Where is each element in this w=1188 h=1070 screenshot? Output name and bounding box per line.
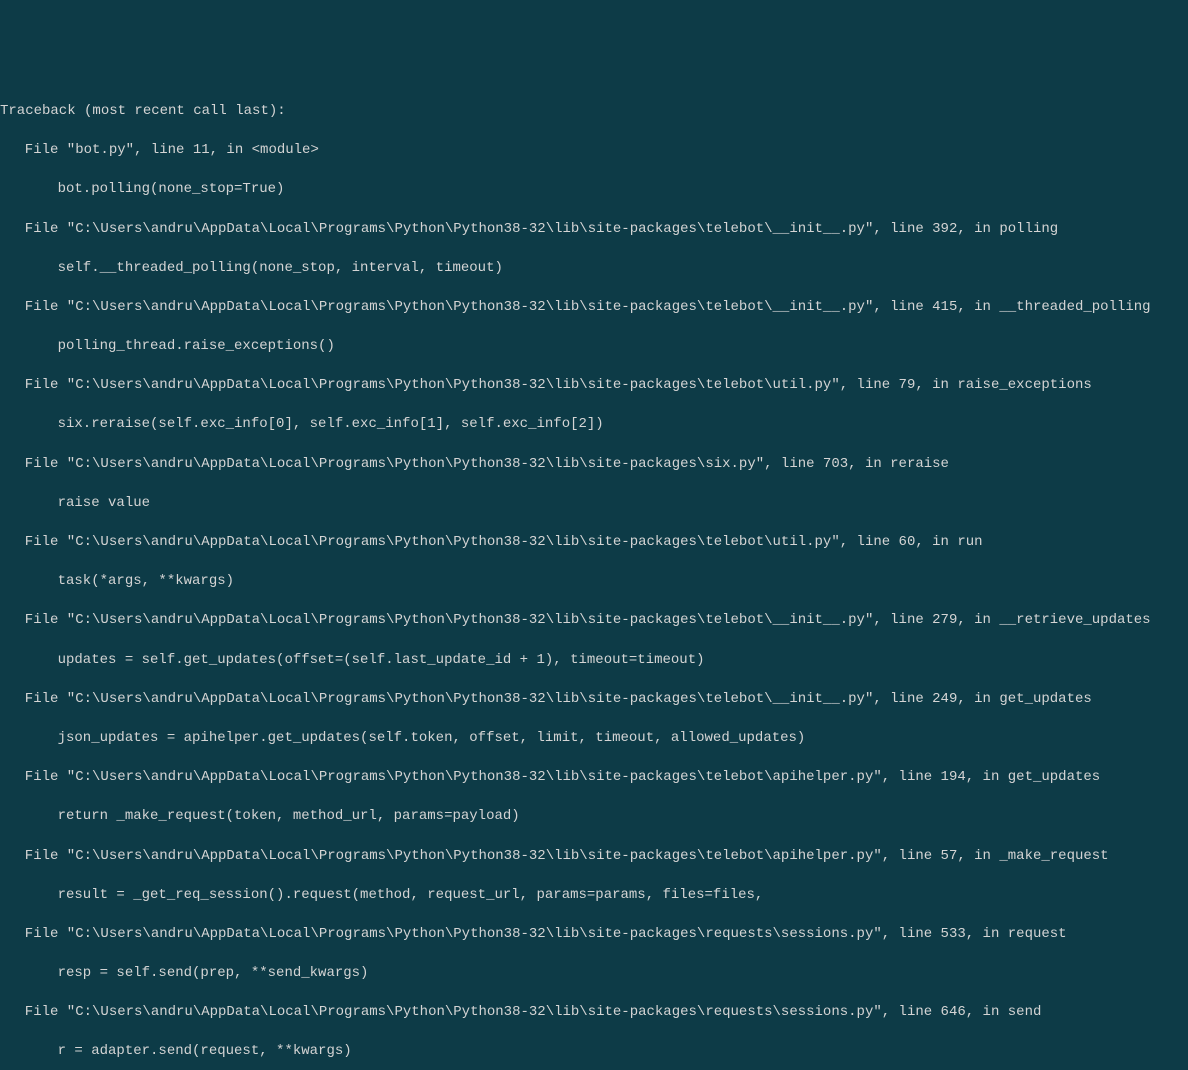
traceback-code-line: polling_thread.raise_exceptions() (0, 337, 1188, 357)
traceback-file-line: File "C:\Users\andru\AppData\Local\Progr… (0, 690, 1188, 710)
traceback-file-line: File "C:\Users\andru\AppData\Local\Progr… (0, 376, 1188, 396)
traceback-header: Traceback (most recent call last): (0, 102, 1188, 122)
traceback-file-line: File "C:\Users\andru\AppData\Local\Progr… (0, 220, 1188, 240)
traceback-code-line: return _make_request(token, method_url, … (0, 807, 1188, 827)
traceback-file-line: File "C:\Users\andru\AppData\Local\Progr… (0, 298, 1188, 318)
traceback-code-line: r = adapter.send(request, **kwargs) (0, 1042, 1188, 1062)
traceback-file-line: File "C:\Users\andru\AppData\Local\Progr… (0, 768, 1188, 788)
traceback-code-line: task(*args, **kwargs) (0, 572, 1188, 592)
traceback-file-line: File "C:\Users\andru\AppData\Local\Progr… (0, 533, 1188, 553)
traceback-code-line: raise value (0, 494, 1188, 514)
traceback-code-line: json_updates = apihelper.get_updates(sel… (0, 729, 1188, 749)
traceback-file-line: File "bot.py", line 11, in <module> (0, 141, 1188, 161)
traceback-code-line: six.reraise(self.exc_info[0], self.exc_i… (0, 415, 1188, 435)
traceback-code-line: result = _get_req_session().request(meth… (0, 886, 1188, 906)
traceback-code-line: updates = self.get_updates(offset=(self.… (0, 651, 1188, 671)
traceback-file-line: File "C:\Users\andru\AppData\Local\Progr… (0, 925, 1188, 945)
traceback-file-line: File "C:\Users\andru\AppData\Local\Progr… (0, 455, 1188, 475)
traceback-code-line: self.__threaded_polling(none_stop, inter… (0, 259, 1188, 279)
traceback-file-line: File "C:\Users\andru\AppData\Local\Progr… (0, 1003, 1188, 1023)
traceback-code-line: resp = self.send(prep, **send_kwargs) (0, 964, 1188, 984)
terminal-output: Traceback (most recent call last): File … (0, 82, 1188, 1070)
traceback-file-line: File "C:\Users\andru\AppData\Local\Progr… (0, 847, 1188, 867)
traceback-code-line: bot.polling(none_stop=True) (0, 180, 1188, 200)
traceback-file-line: File "C:\Users\andru\AppData\Local\Progr… (0, 611, 1188, 631)
